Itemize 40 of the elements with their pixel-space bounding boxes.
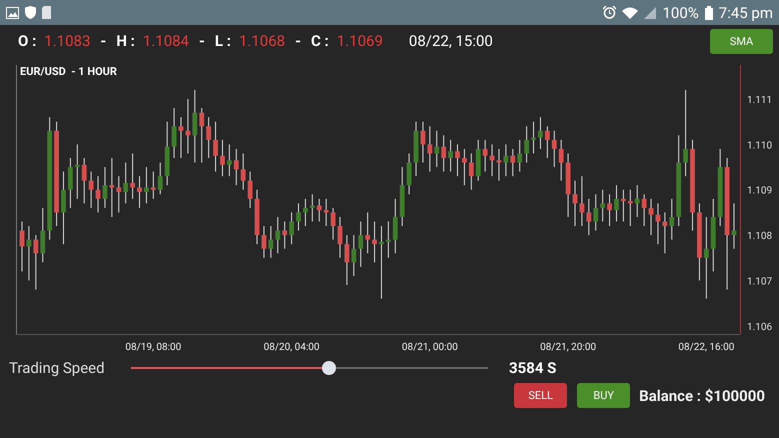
price-label: O :: [18, 32, 36, 50]
axis-label: 08/21, 00:00: [402, 342, 458, 353]
axis-label: 1.111: [747, 95, 772, 106]
axis-label: 1.107: [747, 276, 772, 288]
battery-icon: [704, 6, 713, 20]
signal-icon: [644, 6, 656, 18]
balance-text: Balance : $100000: [639, 386, 765, 404]
sma-button[interactable]: SMA: [710, 28, 773, 54]
image-icon: [6, 6, 19, 18]
sell-button[interactable]: SELL: [514, 383, 568, 408]
trading-speed-label: Trading Speed: [8, 359, 106, 377]
wifi-icon: [622, 6, 638, 18]
axis-label: 08/20, 04:00: [264, 342, 320, 353]
price-value: 1.1084: [142, 32, 189, 50]
price-label: H :: [116, 32, 135, 50]
axis-label: 08/21, 20:00: [540, 342, 596, 353]
shield-icon: [25, 6, 36, 19]
price-value: 1.1069: [336, 32, 383, 50]
axis-label: 08/22, 16:00: [678, 342, 734, 353]
clock-time: 7:45 pm: [718, 4, 773, 22]
price-value: 1.1068: [238, 32, 286, 50]
price-value: 1.1083: [44, 32, 90, 50]
sim-card-icon: [42, 6, 51, 19]
axis-label: 1.109: [747, 186, 772, 197]
candle-timestamp: 08/22, 15:00: [408, 32, 493, 50]
axis-label: 1.108: [747, 231, 772, 242]
price-label: C :: [311, 32, 329, 50]
buy-button[interactable]: BUY: [577, 383, 630, 408]
price-label: L :: [214, 32, 231, 50]
slider-thumb[interactable]: [322, 361, 336, 375]
chart-title: EUR/USD - 1 HOUR: [20, 65, 117, 78]
separator: -: [198, 32, 205, 50]
axis-label: 08/19, 08:00: [125, 342, 182, 353]
separator: -: [295, 32, 302, 50]
alarm-icon: [603, 6, 616, 19]
speed-reading: 3584 S: [509, 359, 556, 377]
battery-percentage: 100%: [662, 4, 699, 22]
axis-label: 1.106: [747, 322, 772, 333]
separator: -: [100, 32, 106, 50]
axis-label: 1.110: [747, 140, 772, 152]
